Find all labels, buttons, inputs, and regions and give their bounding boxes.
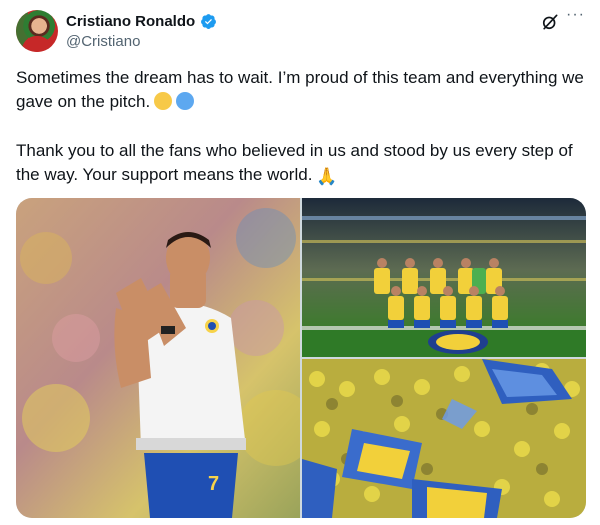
- fans-with-flags-photo[interactable]: [302, 359, 586, 518]
- blue-heart-emoji-icon: [176, 92, 195, 110]
- tweet-text-1: Sometimes the dream has to wait. I’m pro…: [16, 68, 584, 111]
- tweet-paragraph-2: Thank you to all the fans who believed i…: [16, 139, 584, 189]
- avatar-shirt: [22, 36, 52, 52]
- folded-hands-emoji-icon: 🙏: [316, 167, 338, 186]
- author-name-row: Cristiano Ronaldo: [66, 13, 217, 30]
- svg-text:7: 7: [208, 473, 219, 495]
- tweet-text-2: Thank you to all the fans who believed i…: [16, 141, 573, 184]
- author-handle[interactable]: @Cristiano: [66, 33, 140, 50]
- grok-icon[interactable]: [540, 12, 560, 32]
- avatar[interactable]: [16, 10, 58, 52]
- verified-badge-icon: [201, 14, 217, 29]
- tweet-media-grid: 7: [16, 198, 586, 518]
- yellow-heart-emoji-icon: [154, 92, 173, 110]
- player-applauding-photo[interactable]: 7: [16, 198, 300, 518]
- tweet-paragraph-1: Sometimes the dream has to wait. I’m pro…: [16, 66, 584, 114]
- more-options-icon[interactable]: ···: [566, 7, 588, 28]
- author-name[interactable]: Cristiano Ronaldo: [66, 13, 195, 30]
- tweet: Cristiano Ronaldo @Cristiano ··· Sometim…: [0, 0, 600, 525]
- team-lineup-photo[interactable]: [302, 198, 586, 357]
